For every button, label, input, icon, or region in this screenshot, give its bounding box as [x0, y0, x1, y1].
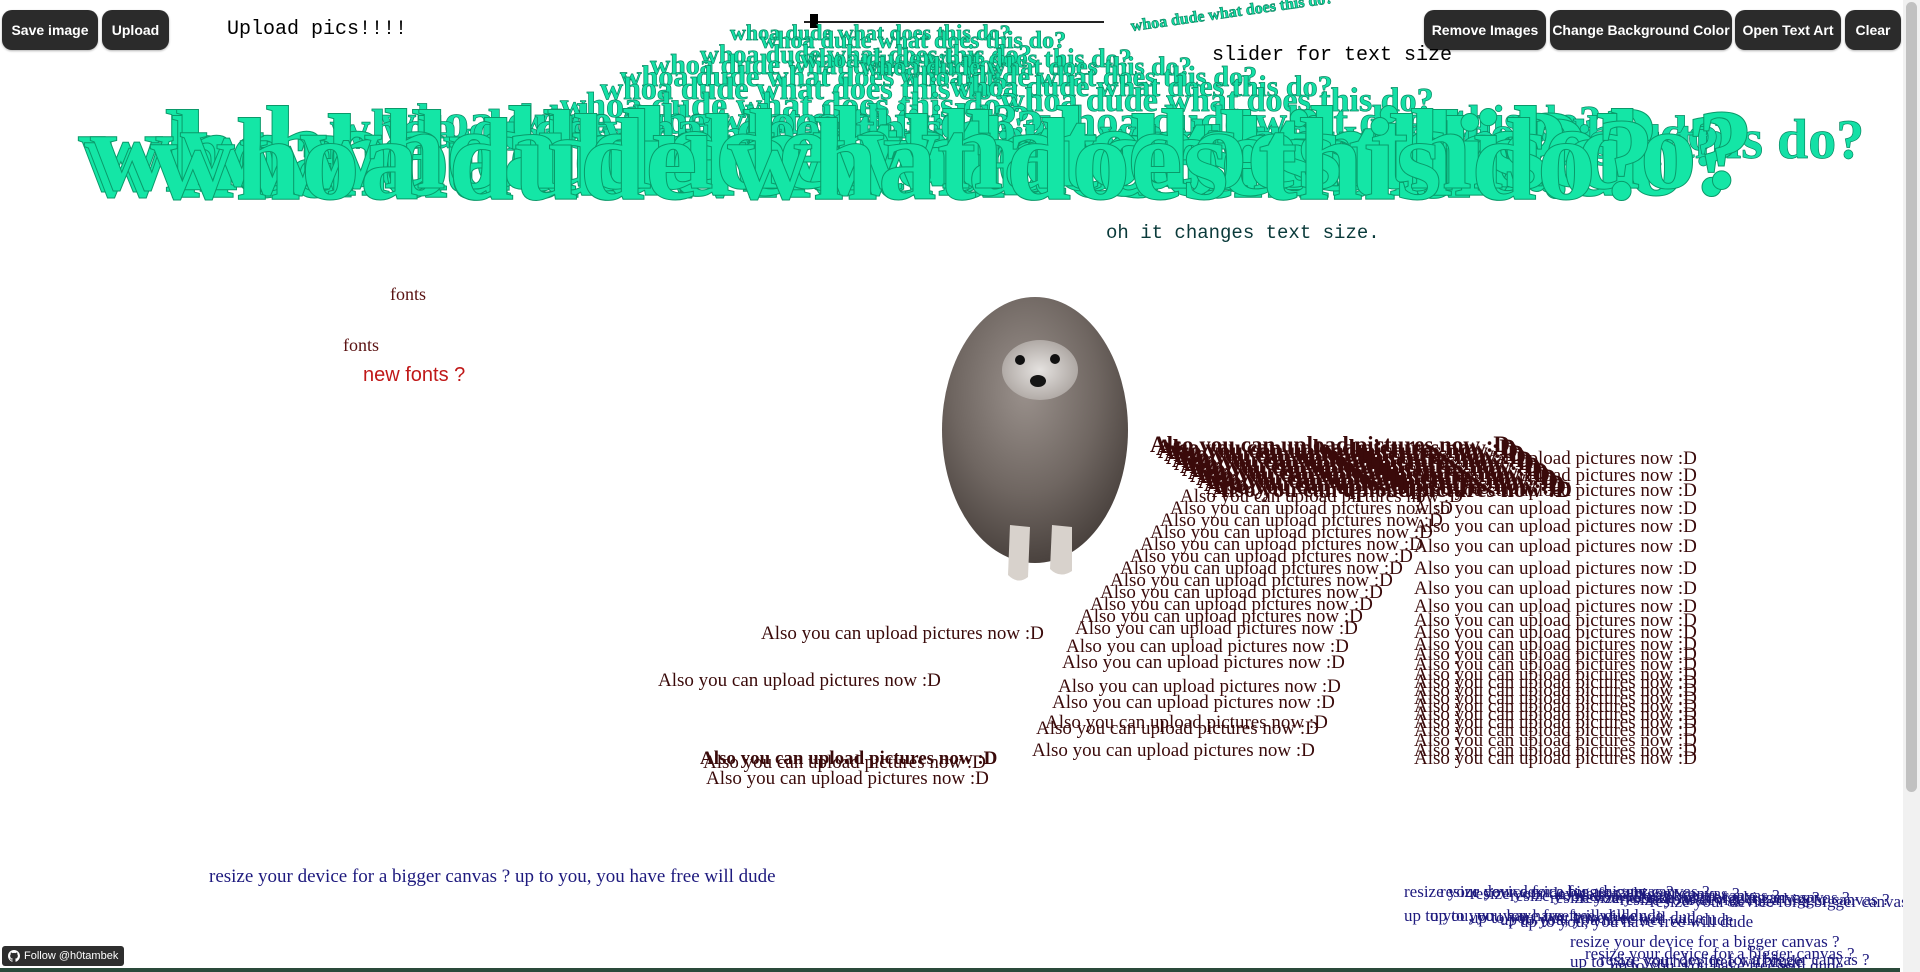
size-note: oh it changes text size.: [1106, 222, 1380, 244]
change-background-color-button[interactable]: Change Background Color: [1550, 10, 1732, 50]
egg-dog-image: [942, 297, 1128, 581]
upload-button[interactable]: Upload: [102, 10, 169, 50]
upload-heading: Upload pics!!!!: [227, 18, 408, 41]
text-art-stamp: up to you, you have free will dude: [1520, 912, 1754, 931]
scrollbar-thumb[interactable]: [1906, 2, 1917, 792]
vertical-scrollbar[interactable]: [1903, 0, 1920, 972]
text-art-stamp: Also you can upload pictures now :D: [1414, 558, 1697, 579]
text-art-stamp: Also you can upload pictures now :D: [1052, 692, 1335, 713]
text-art-stamp: Also you can upload pictures now :D: [1414, 748, 1697, 769]
github-icon: [8, 950, 20, 962]
text-art-stamp: Also you can upload pictures now :D: [1036, 718, 1319, 739]
resize-note: resize your device for a bigger canvas ?…: [209, 866, 776, 887]
text-art-stamp: Also you can upload pictures now :D: [1414, 536, 1697, 557]
text-art-stamp: Also you can upload pictures now :D: [1032, 740, 1315, 761]
fonts-label-2: fonts: [343, 335, 379, 355]
new-fonts-label: new fonts ?: [363, 364, 466, 386]
drawing-canvas[interactable]: Save image Upload Upload pics!!!! Remove…: [0, 0, 1920, 972]
open-text-art-button[interactable]: Open Text Art: [1735, 10, 1841, 50]
bottom-border: [0, 968, 1900, 972]
text-art-stamp: Also you can upload pictures now :D: [706, 768, 989, 789]
save-image-button[interactable]: Save image: [2, 10, 98, 50]
fonts-label-1: fonts: [390, 284, 426, 304]
follow-label: Follow @h0tambek: [24, 950, 119, 962]
text-art-stamp: whoa dude what does this do?: [150, 94, 1656, 226]
follow-github-badge[interactable]: Follow @h0tambek: [2, 946, 125, 966]
clear-button[interactable]: Clear: [1845, 10, 1901, 50]
teal-scribble: whoa dude what does this do?: [1129, 0, 1335, 36]
text-art-stamp: Also you can upload pictures now :D: [761, 623, 1044, 644]
text-art-stamp: Also you can upload pictures now :D: [658, 670, 941, 691]
text-art-stamp: Also you can upload pictures now :D: [1414, 516, 1697, 537]
text-art-stamp: Also you can upload pictures now :D: [1062, 652, 1345, 673]
